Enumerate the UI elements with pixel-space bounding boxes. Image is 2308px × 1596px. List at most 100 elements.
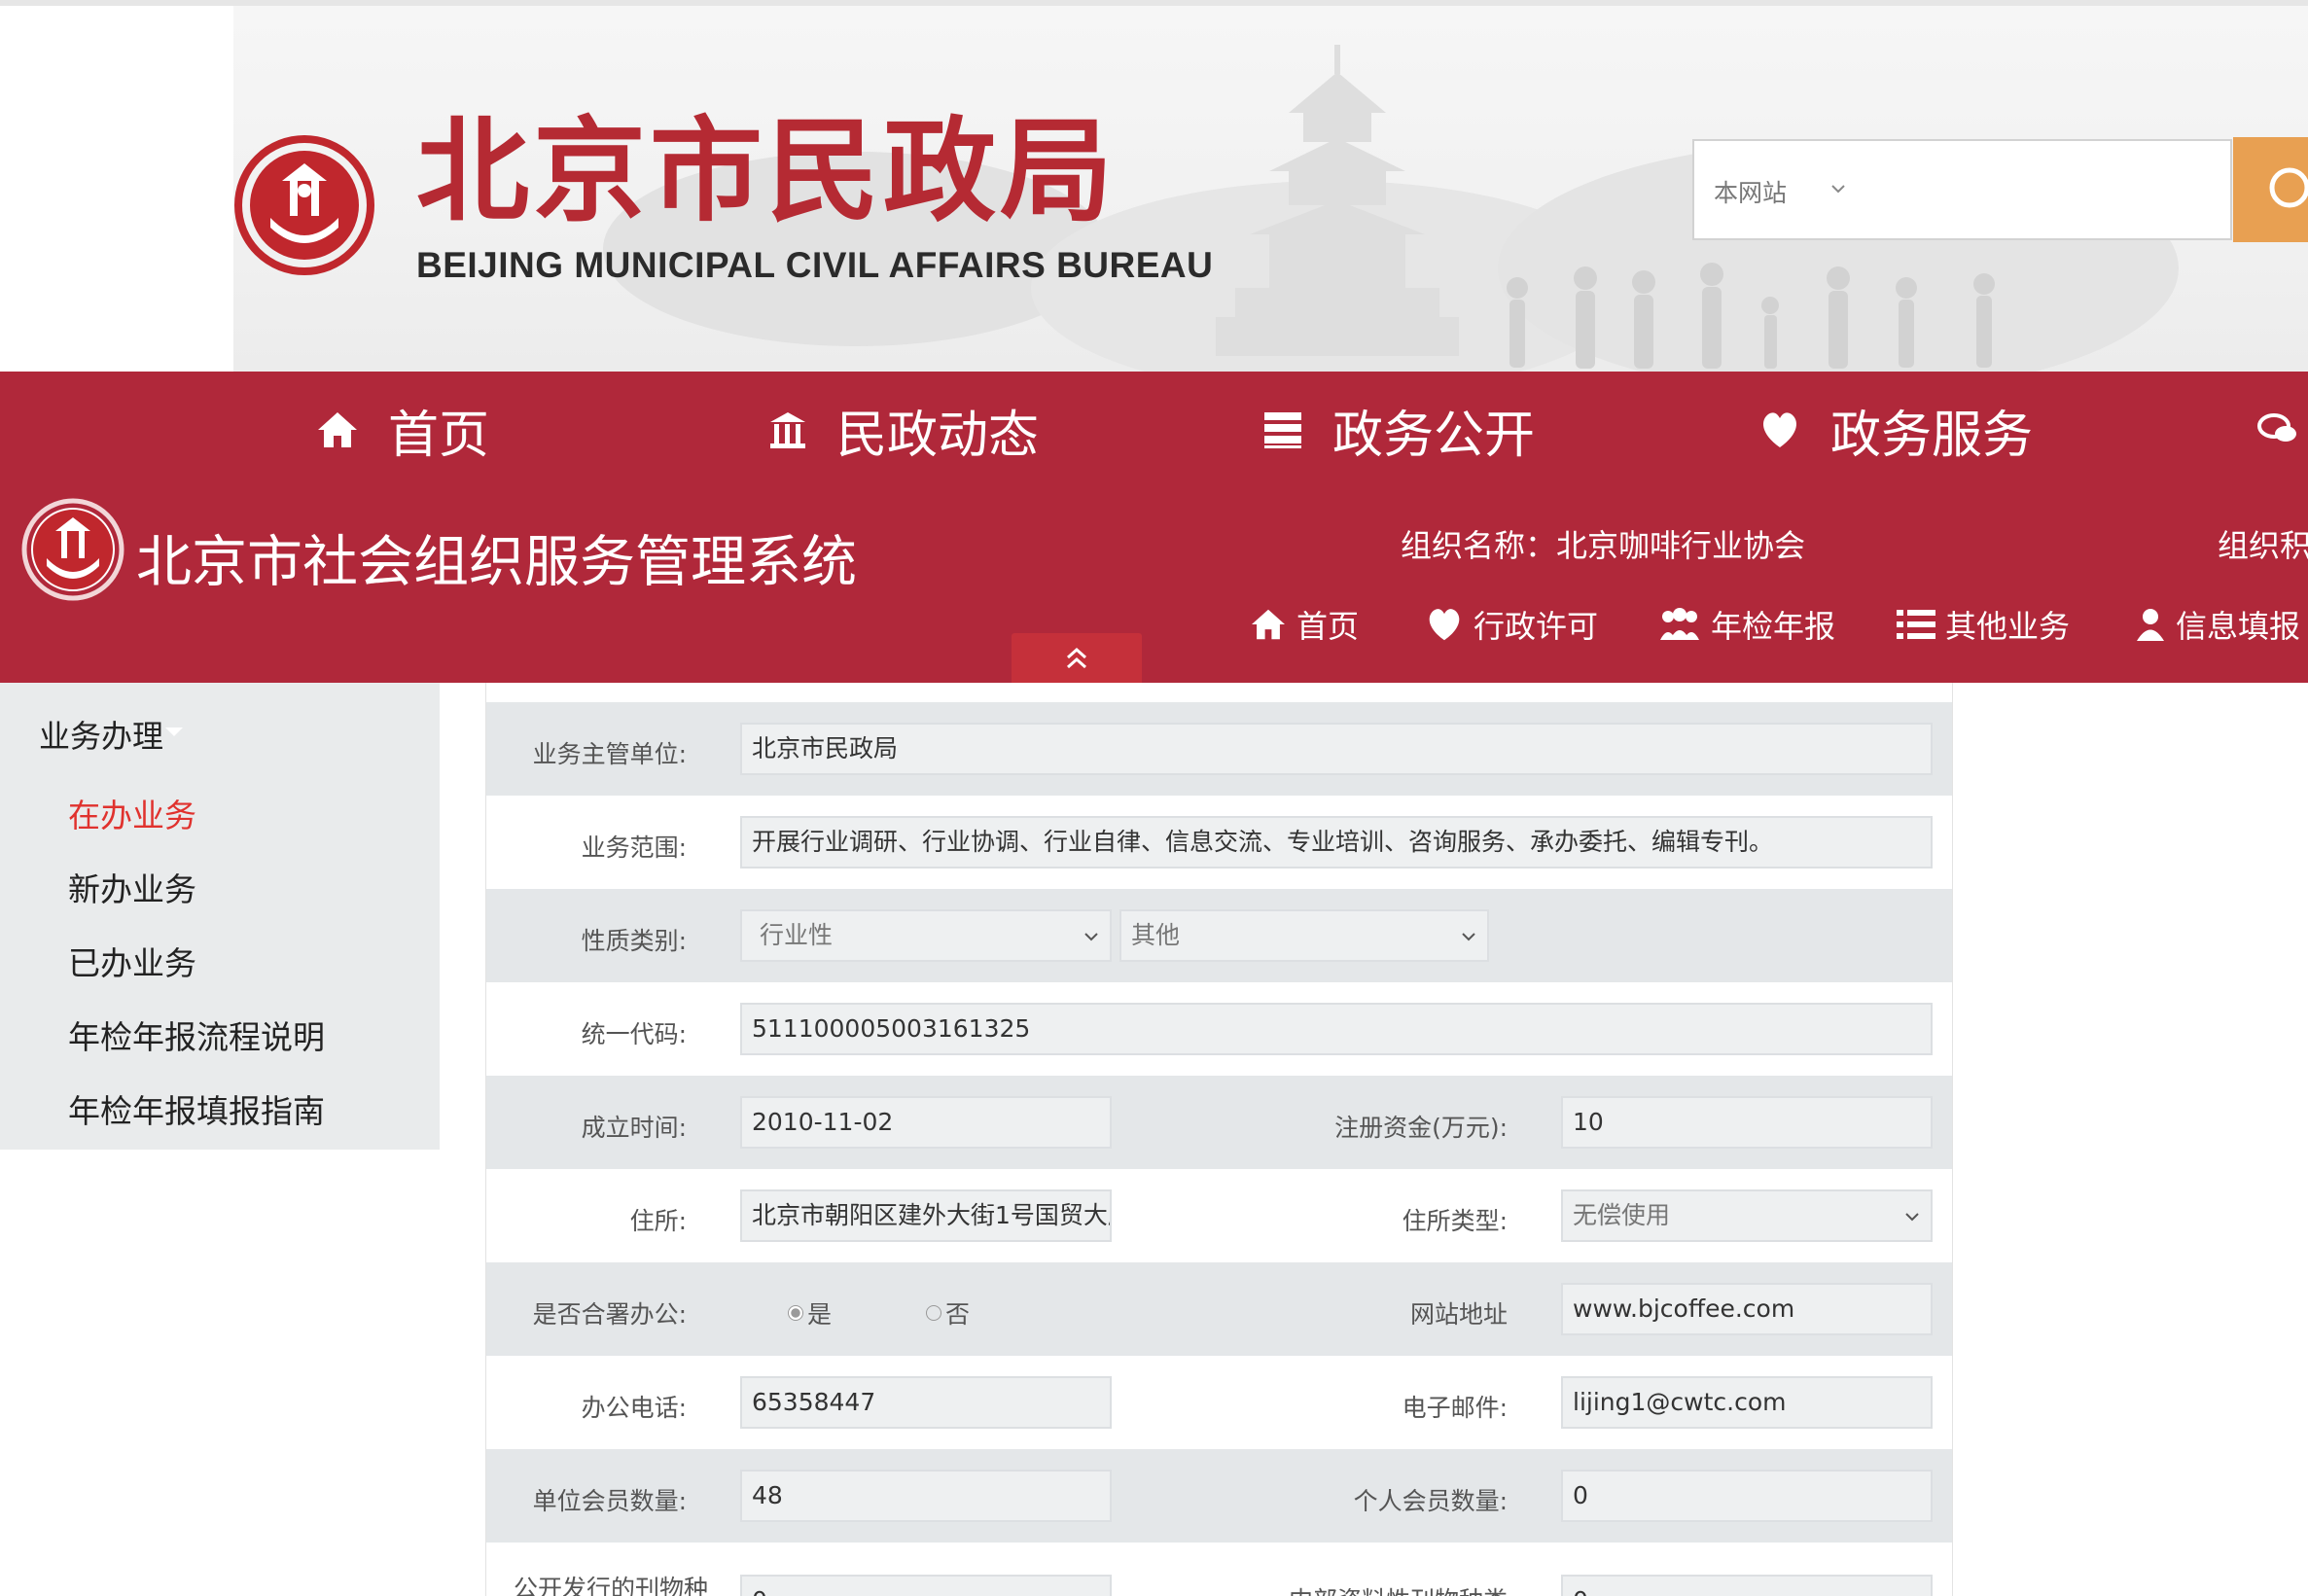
nav-item-label: 政务服务 bbox=[1830, 406, 2034, 465]
field-label: 性质类别: bbox=[581, 927, 687, 955]
credit-code-field[interactable]: 511100005003161325 bbox=[740, 1003, 1933, 1055]
office-phone-field[interactable]: 65358447 bbox=[740, 1376, 1112, 1429]
field-label: 住所: bbox=[629, 1207, 687, 1235]
form-row: 统一代码: 511100005003161325 bbox=[486, 982, 1952, 1076]
double-chevron-up-icon bbox=[1067, 647, 1086, 669]
collapse-header-button[interactable] bbox=[1012, 633, 1142, 684]
select-value: 其他 bbox=[1131, 921, 1181, 949]
search-icon bbox=[2269, 167, 2308, 208]
field-label: 注册资金(万元): bbox=[1334, 1114, 1508, 1142]
sidebar-item-new[interactable]: 新办业务 bbox=[68, 864, 196, 910]
sub-nav-home[interactable]: 首页 bbox=[1250, 599, 1359, 650]
address-type-select[interactable]: 无偿使用 bbox=[1561, 1189, 1933, 1242]
radio-label: 是 bbox=[807, 1300, 833, 1329]
founded-date-field[interactable]: 2010-11-02 bbox=[740, 1096, 1112, 1149]
sub-nav-info-filing[interactable]: 信息填报 bbox=[2135, 599, 2300, 650]
form-row: 业务范围: 开展行业调研、行业协调、行业自律、信息交流、专业培训、咨询服务、承办… bbox=[486, 796, 1952, 889]
sidebar-title[interactable]: 业务办理 bbox=[39, 712, 163, 757]
radio-label: 否 bbox=[945, 1300, 971, 1329]
home-icon bbox=[1252, 609, 1285, 640]
system-logo bbox=[21, 498, 124, 601]
field-label: 办公电话: bbox=[581, 1394, 687, 1422]
field-label: 住所类型: bbox=[1402, 1207, 1508, 1235]
search-input[interactable] bbox=[1853, 146, 2231, 235]
nature-select-1[interactable]: 行业性 bbox=[740, 909, 1112, 962]
bureau-title-chinese: 北京市民政局 bbox=[416, 105, 1117, 237]
field-label: 是否合署办公: bbox=[532, 1300, 687, 1329]
shared-office-no-radio[interactable]: 否 bbox=[926, 1295, 970, 1330]
sidebar-item-filing-guide[interactable]: 年检年报填报指南 bbox=[68, 1085, 325, 1132]
nav-item-gov-services[interactable]: 政务服务 bbox=[1758, 372, 2033, 488]
organization-points-label: 组织积 bbox=[2218, 527, 2308, 564]
organization-info-form: 业务主管单位: 北京市民政局 业务范围: 开展行业调研、行业协调、行业自律、信息… bbox=[485, 683, 1953, 1596]
shared-office-yes-radio[interactable]: 是 bbox=[788, 1295, 832, 1330]
form-row: 住所: 北京市朝阳区建外大街1号国贸大厦 住所类型: 无偿使用 bbox=[486, 1169, 1952, 1262]
sidebar-item-completed[interactable]: 已办业务 bbox=[68, 938, 196, 984]
field-label: 公开发行的刊物种 bbox=[514, 1575, 709, 1596]
chevron-down-icon bbox=[1462, 933, 1475, 941]
radio-checked-icon bbox=[788, 1305, 803, 1321]
field-label: 统一代码: bbox=[581, 1020, 687, 1048]
sidebar-item-process-guide[interactable]: 年检年报流程说明 bbox=[68, 1011, 325, 1058]
email-field[interactable]: lijing1@cwtc.com bbox=[1561, 1376, 1933, 1429]
nav-item-label: 首页 bbox=[388, 406, 490, 465]
search-button[interactable] bbox=[2233, 137, 2308, 242]
business-scope-field[interactable]: 开展行业调研、行业协调、行业自律、信息交流、专业培训、咨询服务、承办委托、编辑专… bbox=[740, 816, 1933, 869]
field-label: 电子邮件: bbox=[1402, 1394, 1508, 1422]
nav-item-label: 政务公开 bbox=[1332, 406, 1536, 465]
document-icon bbox=[1264, 412, 1301, 448]
select-value: 行业性 bbox=[760, 921, 834, 949]
nav-item-home[interactable]: 首页 bbox=[316, 372, 489, 488]
field-label: 内部资料性刊物种类 bbox=[1289, 1581, 1508, 1596]
internal-materials-field[interactable]: 0 bbox=[1561, 1575, 1933, 1596]
sidebar-item-in-progress[interactable]: 在办业务 bbox=[68, 790, 196, 836]
heart-icon bbox=[1763, 412, 1796, 447]
supervisor-field[interactable]: 北京市民政局 bbox=[740, 723, 1933, 775]
form-row: 性质类别: 行业性 其他 bbox=[486, 889, 1952, 982]
sub-nav-annual-inspection[interactable]: 年检年报 bbox=[1658, 599, 1835, 650]
individual-members-field[interactable]: 0 bbox=[1561, 1470, 1933, 1522]
address-field[interactable]: 北京市朝阳区建外大街1号国贸大厦 bbox=[740, 1189, 1112, 1242]
website-field[interactable]: www.bjcoffee.com bbox=[1561, 1283, 1933, 1335]
main-navigation: 首页 民政动态 政务公开 政务服务 bbox=[0, 372, 2308, 488]
people-silhouettes-illustration bbox=[1507, 263, 1995, 369]
civil-affairs-logo bbox=[234, 135, 374, 275]
user-icon bbox=[2137, 609, 2164, 641]
registered-capital-field[interactable]: 10 bbox=[1561, 1096, 1933, 1149]
form-row: 是否合署办公: 是 否 网站地址 www.bjcoffee.com bbox=[486, 1262, 1952, 1356]
sub-nav-label: 信息填报 bbox=[2176, 608, 2301, 645]
form-top-gap bbox=[486, 683, 1952, 702]
sub-nav-admin-permit[interactable]: 行政许可 bbox=[1425, 599, 1598, 650]
field-label: 成立时间: bbox=[581, 1114, 687, 1142]
building-icon bbox=[770, 412, 805, 448]
unit-members-field[interactable]: 48 bbox=[740, 1470, 1112, 1522]
nav-item-interaction[interactable] bbox=[2256, 372, 2308, 488]
nav-item-gov-affairs[interactable]: 政务公开 bbox=[1262, 372, 1535, 488]
form-row: 成立时间: 2010-11-02 注册资金(万元): 10 bbox=[486, 1076, 1952, 1169]
form-row: 办公电话: 65358447 电子邮件: lijing1@cwtc.com bbox=[486, 1356, 1952, 1449]
field-label: 个人会员数量: bbox=[1353, 1487, 1508, 1515]
nav-item-label: 民政动态 bbox=[836, 406, 1040, 465]
publications-field[interactable]: 0 bbox=[740, 1575, 1112, 1596]
form-row: 单位会员数量: 48 个人会员数量: 0 bbox=[486, 1449, 1952, 1543]
field-label: 单位会员数量: bbox=[532, 1487, 687, 1515]
caret-down-icon bbox=[165, 727, 183, 736]
system-title: 北京市社会组织服务管理系统 bbox=[136, 530, 857, 594]
sub-nav-label: 其他业务 bbox=[1945, 608, 2071, 645]
list-icon bbox=[1897, 610, 1935, 639]
nav-item-civil-news[interactable]: 民政动态 bbox=[768, 372, 1039, 488]
home-icon bbox=[318, 412, 357, 447]
search-scope-select[interactable]: 本网站 bbox=[1714, 174, 1787, 209]
bureau-title-english: BEIJING MUNICIPAL CIVIL AFFAIRS BUREAU bbox=[416, 245, 1214, 285]
chevron-down-icon[interactable] bbox=[1829, 179, 1848, 198]
sub-nav-other-business[interactable]: 其他业务 bbox=[1897, 599, 2070, 650]
nature-select-2[interactable]: 其他 bbox=[1119, 909, 1489, 962]
organization-name: 组织名称：北京咖啡行业协会 bbox=[1401, 527, 1806, 564]
sub-nav-label: 行政许可 bbox=[1474, 608, 1599, 645]
temple-of-heaven-illustration bbox=[1216, 45, 1459, 356]
sub-nav-label: 首页 bbox=[1296, 608, 1360, 645]
field-label: 网站地址 bbox=[1409, 1300, 1508, 1329]
field-label: 业务范围: bbox=[581, 833, 687, 862]
radio-unchecked-icon bbox=[926, 1305, 941, 1321]
chevron-down-icon bbox=[1905, 1213, 1919, 1222]
